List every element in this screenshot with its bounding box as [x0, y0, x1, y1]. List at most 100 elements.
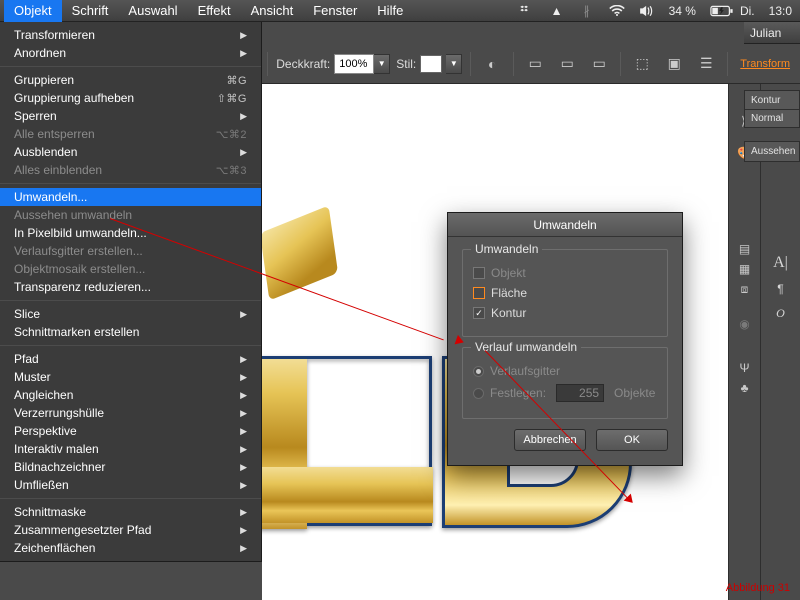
arrange-icon[interactable]: ☰: [693, 51, 719, 77]
layers-icon[interactable]: ▤: [739, 242, 750, 256]
input-festlegen-count: 255: [556, 384, 604, 402]
align-right-icon[interactable]: ▭: [586, 51, 612, 77]
menuitem-gruppierung-aufheben[interactable]: Gruppierung aufheben⇧⌘G: [0, 89, 261, 107]
group-icon[interactable]: ▣: [661, 51, 687, 77]
wifi-icon[interactable]: [609, 5, 625, 17]
opacity-input[interactable]: 100%: [334, 54, 374, 74]
menu-separator: [0, 183, 261, 184]
club-icon[interactable]: ♣: [741, 381, 749, 395]
volume-icon[interactable]: [639, 5, 655, 17]
menu-separator: [0, 345, 261, 346]
submenu-arrow-icon: ▶: [240, 372, 247, 383]
type-a-icon[interactable]: A|: [773, 254, 788, 272]
menu-effekt[interactable]: Effekt: [188, 0, 241, 22]
eye-icon[interactable]: ◉: [739, 317, 749, 331]
checkbox-kontur[interactable]: ✓: [473, 307, 485, 319]
menuitem-bildnachzeichner[interactable]: Bildnachzeichner▶: [0, 458, 261, 476]
submenu-arrow-icon: ▶: [240, 426, 247, 437]
menuitem-objektmosaik-erstellen: Objektmosaik erstellen...: [0, 260, 261, 278]
menuitem-sperren[interactable]: Sperren▶: [0, 107, 261, 125]
menu-separator: [0, 66, 261, 67]
ok-button[interactable]: OK: [596, 429, 668, 451]
menu-objekt[interactable]: Objekt: [4, 0, 62, 22]
submenu-arrow-icon: ▶: [240, 390, 247, 401]
sphere-icon[interactable]: ◐: [479, 51, 505, 77]
menuitem-label: Verzerrungshülle: [14, 406, 240, 420]
menuitem-verzerrungsh-lle[interactable]: Verzerrungshülle▶: [0, 404, 261, 422]
label-objekt: Objekt: [491, 266, 526, 280]
menuitem-label: Muster: [14, 370, 240, 384]
menuitem-schnittmaske[interactable]: Schnittmaske▶: [0, 503, 261, 521]
menuitem-label: Zusammengesetzter Pfad: [14, 523, 240, 537]
menuitem-label: Slice: [14, 307, 240, 321]
menuitem-label: Schnittmaske: [14, 505, 240, 519]
bluetooth-icon[interactable]: ∦: [579, 4, 595, 18]
menuitem-label: Umfließen: [14, 478, 240, 492]
menuitem-umwandeln[interactable]: Umwandeln...: [0, 188, 261, 206]
style-dd-icon[interactable]: ▼: [446, 54, 462, 74]
battery-text: 34 %: [669, 4, 696, 18]
transform-icon[interactable]: ⬚: [629, 51, 655, 77]
menuitem-shortcut: ⌥⌘2: [216, 128, 247, 141]
submenu-arrow-icon: ▶: [240, 30, 247, 41]
menuitem-zusammengesetzter-pfad[interactable]: Zusammengesetzter Pfad▶: [0, 521, 261, 539]
menuitem-label: Interaktiv malen: [14, 442, 240, 456]
menuitem-label: Ausblenden: [14, 145, 240, 159]
menuitem-label: Perspektive: [14, 424, 240, 438]
menuitem-muster[interactable]: Muster▶: [0, 368, 261, 386]
menuitem-pfad[interactable]: Pfad▶: [0, 350, 261, 368]
checkbox-flaeche[interactable]: [473, 287, 485, 299]
tab-normal[interactable]: Normal: [744, 109, 800, 128]
dialog-title: Umwandeln: [448, 213, 682, 237]
cancel-button[interactable]: Abbrechen: [514, 429, 586, 451]
tab-kontur[interactable]: Kontur: [744, 90, 800, 110]
usb-icon[interactable]: Ψ: [739, 361, 749, 375]
menuitem-anordnen[interactable]: Anordnen▶: [0, 44, 261, 62]
clock-day: Di.: [740, 4, 755, 18]
menu-auswahl[interactable]: Auswahl: [118, 0, 187, 22]
menu-fenster[interactable]: Fenster: [303, 0, 367, 22]
menu-separator: [0, 300, 261, 301]
opacity-field: Deckkraft: 100% ▼: [276, 54, 390, 74]
pilcrow-icon[interactable]: ¶: [777, 282, 783, 296]
opacity-dd-icon[interactable]: ▼: [374, 54, 390, 74]
submenu-arrow-icon: ▶: [240, 462, 247, 473]
artboard-icon[interactable]: ▦: [739, 262, 750, 276]
menuitem-label: Schnittmarken erstellen: [14, 325, 247, 339]
menuitem-label: Gruppierung aufheben: [14, 91, 217, 105]
submenu-arrow-icon: ▶: [240, 480, 247, 491]
menuitem-transformieren[interactable]: Transformieren▶: [0, 26, 261, 44]
menuitem-label: Alles einblenden: [14, 163, 216, 177]
menuitem-gruppieren[interactable]: Gruppieren⌘G: [0, 71, 261, 89]
menuitem-angleichen[interactable]: Angleichen▶: [0, 386, 261, 404]
radio-festlegen: [473, 388, 484, 399]
menuitem-label: Transparenz reduzieren...: [14, 280, 247, 294]
align-center-icon[interactable]: ▭: [554, 51, 580, 77]
menuitem-alle-entsperren: Alle entsperren⌥⌘2: [0, 125, 261, 143]
menuitem-ausblenden[interactable]: Ausblenden▶: [0, 143, 261, 161]
menuitem-label: Transformieren: [14, 28, 240, 42]
dropbox-icon[interactable]: [519, 4, 535, 18]
menuitem-perspektive[interactable]: Perspektive▶: [0, 422, 261, 440]
menuitem-label: Zeichenflächen: [14, 541, 240, 555]
battery-icon[interactable]: [710, 5, 726, 17]
menuitem-zeichenfl-chen[interactable]: Zeichenflächen▶: [0, 539, 261, 557]
opentype-icon[interactable]: O: [776, 306, 785, 321]
eject-icon[interactable]: ▲: [549, 4, 565, 18]
menu-schrift[interactable]: Schrift: [62, 0, 119, 22]
menuitem-schnittmarken-erstellen[interactable]: Schnittmarken erstellen: [0, 323, 261, 341]
style-swatch[interactable]: [420, 55, 442, 73]
menuitem-umflie-en[interactable]: Umfließen▶: [0, 476, 261, 494]
window-title-right: Julian: [744, 22, 800, 44]
menu-hilfe[interactable]: Hilfe: [367, 0, 413, 22]
menu-ansicht[interactable]: Ansicht: [241, 0, 304, 22]
menuitem-alles-einblenden: Alles einblenden⌥⌘3: [0, 161, 261, 179]
crop-icon[interactable]: ⧈: [741, 282, 749, 297]
menuitem-interaktiv-malen[interactable]: Interaktiv malen▶: [0, 440, 261, 458]
menuitem-transparenz-reduzieren[interactable]: Transparenz reduzieren...: [0, 278, 261, 296]
tab-aussehen[interactable]: Aussehen: [744, 141, 800, 162]
transform-link[interactable]: Transform: [736, 58, 794, 70]
status-tray: ▲ ∦ 34 % Di. 13:0: [519, 0, 800, 22]
menuitem-slice[interactable]: Slice▶: [0, 305, 261, 323]
align-left-icon[interactable]: ▭: [522, 51, 548, 77]
